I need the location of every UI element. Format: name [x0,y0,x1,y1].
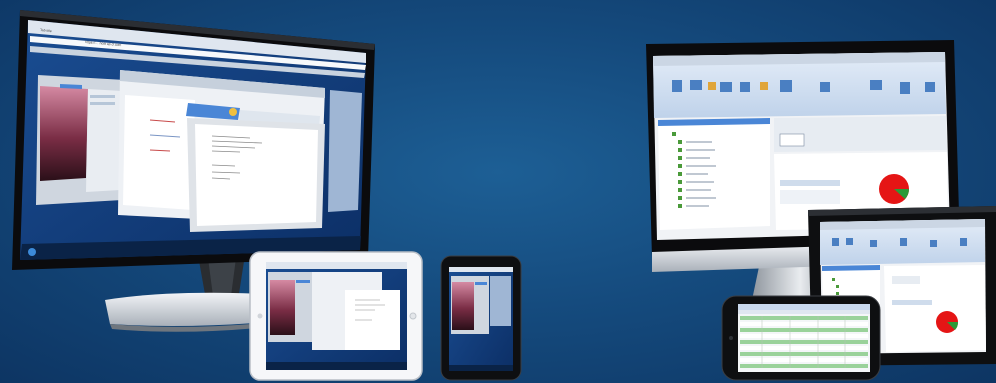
app-icon [229,108,237,116]
spreadsheet-rows [740,316,868,368]
phone-camera-icon [729,336,733,340]
tablet-pie-chart [936,311,959,333]
cityscape-photo [40,86,88,181]
tablet-camera-icon [257,313,263,319]
phone-screen [449,267,513,371]
white-tablet [249,251,423,381]
device-showcase-stage: Tab title https://… host ap.cl.com [0,0,996,383]
start-button-icon[interactable] [28,248,36,256]
home-button[interactable] [409,312,417,320]
photo-viewer-window [36,75,125,205]
black-smartphone [440,255,522,381]
document-page [187,118,325,232]
imac-pie-chart [879,174,909,204]
white-tablet-screen [266,262,407,370]
landscape-phone-screen [738,304,870,372]
desktop-screen: Tab title https://… host ap.cl.com [20,20,366,260]
landscape-smartphone [721,295,881,381]
